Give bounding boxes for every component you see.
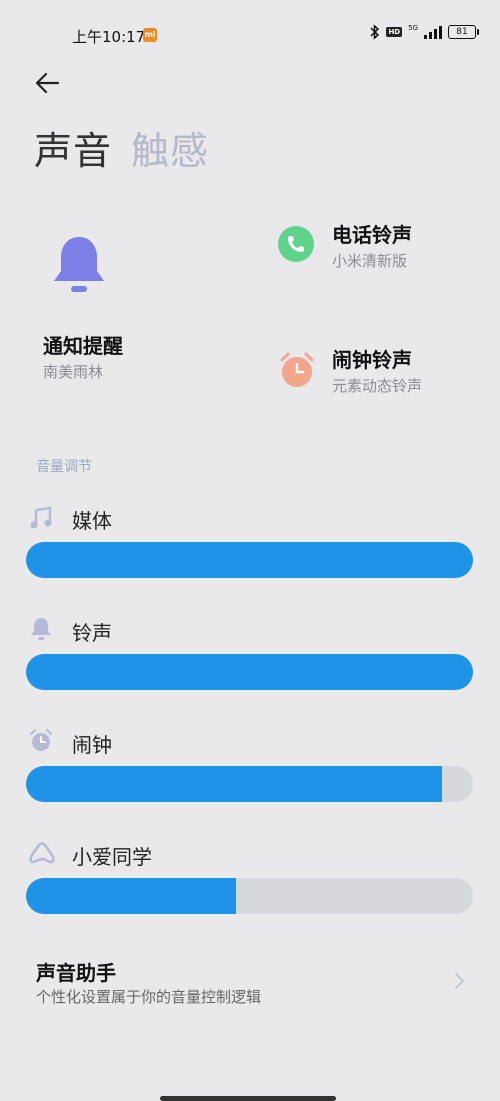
alarm-subtitle: 元素动态铃声 [332, 377, 423, 395]
sound-assistant-title: 声音助手 [36, 961, 116, 985]
battery-indicator: 81 [448, 25, 479, 39]
mi-notification-icon: mi [143, 28, 157, 42]
volume-xiaoai-fill [26, 878, 237, 914]
arrow-left-icon [35, 72, 60, 94]
notification-subtitle: 南美雨林 [43, 363, 104, 381]
ringtone-card[interactable]: 电话铃声 小米清新版 [276, 218, 476, 278]
music-note-icon [30, 506, 52, 529]
hd-badge: HD [386, 27, 403, 37]
bluetooth-icon [370, 24, 380, 40]
alarm-sound-card[interactable]: 闹钟铃声 元素动态铃声 [276, 343, 476, 403]
chevron-right-icon [455, 973, 464, 989]
status-time: 上午10:17 [72, 28, 146, 46]
bell-icon [54, 237, 104, 292]
volume-media-label: 媒体 [72, 509, 112, 533]
xiaoai-icon [29, 842, 55, 864]
volume-ringtone-slider[interactable] [26, 654, 473, 690]
volume-ringtone-label: 铃声 [72, 621, 112, 645]
status-icons: HD 5G 81 [370, 23, 479, 40]
signal-icon [424, 26, 442, 39]
volume-xiaoai-label: 小爱同学 [72, 845, 152, 869]
notification-sound-card[interactable]: 通知提醒 南美雨林 [36, 225, 236, 385]
alarm-clock-icon [280, 352, 314, 387]
volume-alarm-label: 闹钟 [72, 733, 112, 757]
volume-ringtone-fill [26, 654, 473, 690]
alarm-title: 闹钟铃声 [332, 348, 412, 372]
volume-alarm-slider[interactable] [26, 766, 473, 802]
home-indicator[interactable] [160, 1096, 336, 1101]
volume-media-slider[interactable] [26, 542, 473, 578]
alarm-clock-icon [30, 729, 52, 751]
bell-icon [31, 618, 51, 640]
ringtone-title: 电话铃声 [332, 223, 412, 247]
ringtone-subtitle: 小米清新版 [332, 252, 408, 270]
tab-haptics[interactable]: 触感 [131, 120, 209, 175]
volume-section-label: 音量调节 [36, 459, 92, 475]
notification-title: 通知提醒 [43, 334, 123, 358]
network-type: 5G [408, 23, 418, 32]
sound-assistant-subtitle: 个性化设置属于你的音量控制逻辑 [36, 988, 262, 1006]
volume-xiaoai-slider[interactable] [26, 878, 473, 914]
volume-media-fill [26, 542, 473, 578]
tab-sound[interactable]: 声音 [34, 120, 112, 175]
phone-icon [278, 226, 314, 262]
volume-alarm-fill [26, 766, 442, 802]
back-button[interactable] [32, 68, 66, 98]
